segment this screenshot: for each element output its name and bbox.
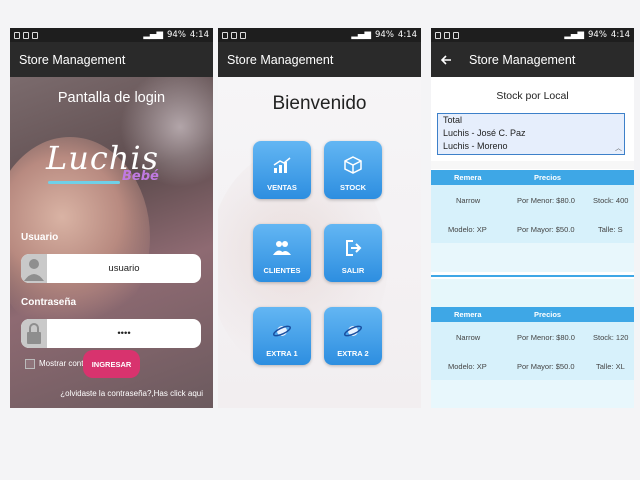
brand-logo: Luchis Bebé <box>46 139 176 189</box>
app-title: Store Management <box>227 52 334 67</box>
login-content: Pantalla de login Luchis Bebé Usuario us… <box>10 77 213 408</box>
users-icon <box>273 241 291 255</box>
app-title: Store Management <box>469 52 576 67</box>
table-row: Narrow Por Menor: $80.0 Stock: 400 <box>431 185 634 214</box>
signal-icon: ▂▄▆ <box>143 30 163 40</box>
table-row: Modelo: XP Por Mayor: $50.0 Talle: S <box>431 214 634 243</box>
login-title: Pantalla de login <box>57 90 166 106</box>
clients-button[interactable]: CLIENTES <box>253 224 311 282</box>
table-row: Modelo: XP Por Mayor: $50.0 Talle: XL <box>431 351 634 380</box>
extra-2-button[interactable]: EXTRA 2 <box>324 307 382 365</box>
clock: 4:14 <box>189 30 209 40</box>
column-header: Precios <box>534 310 562 319</box>
status-bar: ▂▄▆ 94% 4:14 <box>10 28 213 42</box>
show-password-checkbox[interactable] <box>25 359 35 369</box>
lock-icon <box>21 319 47 348</box>
forgot-password-link[interactable]: ¿olvidaste la contraseña?,Has click aqui <box>10 389 213 398</box>
extra-1-button[interactable]: EXTRA 1 <box>253 307 311 365</box>
password-label: Contraseña <box>21 297 77 308</box>
app-title: Store Management <box>19 52 126 67</box>
logo-subtext: Bebé <box>122 169 159 184</box>
login-button[interactable]: INGRESAR <box>83 350 140 378</box>
sales-button[interactable]: VENTAS <box>253 141 311 199</box>
password-field[interactable]: •••• <box>21 319 201 348</box>
tile-label: CLIENTES <box>263 266 301 275</box>
column-header: Remera <box>454 173 482 182</box>
location-option[interactable]: Luchis - José C. Paz <box>438 127 624 140</box>
password-value: •••• <box>117 328 131 339</box>
location-option[interactable]: Total <box>438 114 624 127</box>
tile-label: VENTAS <box>267 183 297 192</box>
box-icon <box>344 156 362 174</box>
stock-item-card: Remera Precios Narrow Por Menor: $80.0 S… <box>431 170 634 278</box>
location-select[interactable]: Total Luchis - José C. Paz Luchis - More… <box>437 113 625 155</box>
notification-icons <box>14 31 38 39</box>
stock-screen: ▂▄▆ 94% 4:14 Store Management Stock por … <box>431 28 634 408</box>
tile-label: SALIR <box>341 266 365 275</box>
planet-icon <box>343 325 363 337</box>
welcome-title: Bienvenido <box>272 93 367 114</box>
table-header: Remera Precios <box>431 307 634 322</box>
login-screen: ▂▄▆ 94% 4:14 Store Management Pantalla d… <box>10 28 213 408</box>
divider <box>431 275 634 277</box>
status-bar: ▂▄▆ 94% 4:14 <box>218 28 421 42</box>
exit-button[interactable]: SALIR <box>324 224 382 282</box>
username-field[interactable]: usuario <box>21 254 201 283</box>
tile-label: STOCK <box>339 183 367 192</box>
planet-icon <box>272 325 292 337</box>
clock: 4:14 <box>397 30 417 40</box>
app-bar: Store Management <box>10 42 213 77</box>
back-arrow-icon[interactable] <box>440 54 452 66</box>
signal-icon: ▂▄▆ <box>351 30 371 40</box>
table-row: Narrow Por Menor: $80.0 Stock: 120 <box>431 322 634 351</box>
location-option[interactable]: Luchis - Moreno <box>438 140 624 153</box>
column-header: Remera <box>454 310 482 319</box>
table-header: Remera Precios <box>431 170 634 185</box>
stock-item-card: Remera Precios Narrow Por Menor: $80.0 S… <box>431 307 634 408</box>
app-bar: Store Management <box>218 42 421 77</box>
stock-button[interactable]: STOCK <box>324 141 382 199</box>
app-bar: Store Management <box>431 42 634 77</box>
chevron-up-icon[interactable]: ︿ <box>615 143 622 153</box>
menu-screen: ▂▄▆ 94% 4:14 Store Management Bienvenido… <box>218 28 421 408</box>
battery-level: 94% <box>167 30 186 40</box>
battery-level: 94% <box>375 30 394 40</box>
menu-content: Bienvenido VENTAS STOCK CLIENTES SALIR E… <box>218 77 421 408</box>
signal-icon: ▂▄▆ <box>564 30 584 40</box>
notification-icons <box>222 31 246 39</box>
tile-label: EXTRA 2 <box>337 349 369 358</box>
user-label: Usuario <box>21 232 59 243</box>
battery-level: 94% <box>588 30 607 40</box>
exit-icon <box>346 240 362 256</box>
stock-content: Stock por Local Total Luchis - José C. P… <box>431 77 634 408</box>
user-icon <box>21 254 47 283</box>
stock-title: Stock por Local <box>496 90 569 102</box>
notification-icons <box>435 31 459 39</box>
clock: 4:14 <box>610 30 630 40</box>
chart-icon <box>273 157 291 173</box>
username-value: usuario <box>108 263 140 274</box>
status-bar: ▂▄▆ 94% 4:14 <box>431 28 634 42</box>
column-header: Precios <box>534 173 562 182</box>
tile-label: EXTRA 1 <box>266 349 298 358</box>
